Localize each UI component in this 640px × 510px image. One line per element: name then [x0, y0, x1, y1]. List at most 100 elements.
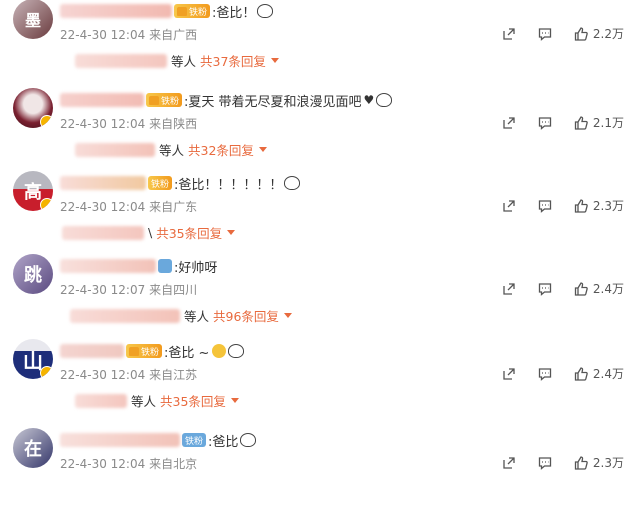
reply-count[interactable]: 共32条回复	[188, 140, 254, 159]
username-blurred[interactable]	[60, 4, 172, 18]
like-count: 2.4万	[592, 282, 624, 296]
like-icon[interactable]	[574, 281, 588, 296]
avatar[interactable]: 高	[13, 171, 53, 211]
chevron-down-icon[interactable]	[283, 313, 292, 318]
avatar[interactable]: 在	[13, 428, 53, 468]
comment-time: 22-4-30 12:04	[60, 200, 146, 214]
chevron-down-icon[interactable]	[230, 398, 239, 403]
username-blurred[interactable]	[60, 176, 146, 190]
avatar[interactable]: 跳	[13, 254, 53, 294]
comment-icon[interactable]	[538, 27, 552, 41]
reply-summary[interactable]: 等人 共96条回复	[70, 306, 292, 325]
badge-label: 铁粉	[161, 96, 180, 107]
comment-text: :爸比！！！！！！	[174, 177, 283, 193]
comment-text: :爸比！	[212, 5, 256, 21]
username-blurred[interactable]	[60, 433, 180, 447]
comment-header: 铁粉 :爸比 ~	[60, 341, 245, 361]
fan-badge: 铁粉	[174, 4, 211, 18]
comment-location: 来自广东	[149, 200, 198, 214]
reply-summary[interactable]: \ 共35条回复	[62, 223, 236, 242]
comment-header: 铁粉 :爸比！	[60, 1, 274, 21]
comment-icon[interactable]	[538, 367, 552, 381]
badge-label: 铁粉	[141, 347, 160, 358]
comment-item: 在 铁粉 :爸比 22-4-30 12:04 来自北京 2.3万	[0, 425, 640, 510]
emoji-icon	[240, 433, 257, 447]
replier-blurred	[75, 53, 167, 68]
iron-fan-badge: 铁粉	[182, 433, 207, 447]
reply-suffix: \	[148, 225, 153, 240]
comment-meta: 22-4-30 12:04 来自江苏	[60, 366, 197, 383]
avatar[interactable]: 山	[13, 339, 53, 379]
like-icon[interactable]	[574, 115, 588, 130]
reply-summary[interactable]: 等人 共37条回复	[75, 51, 279, 70]
like-count: 2.1万	[592, 116, 624, 130]
avatar-glyph: 在	[24, 439, 42, 460]
iron-fan-badge	[158, 259, 172, 273]
comment-meta: 22-4-30 12:04 来自北京	[60, 455, 197, 472]
reply-summary[interactable]: 等人 共32条回复	[75, 140, 267, 159]
like-count: 2.3万	[592, 456, 624, 470]
chevron-down-icon[interactable]	[258, 147, 267, 152]
comment-item: 墨 铁粉 :爸比！ 22-4-30 12:04 来自广西 2.2万 等人 共37…	[0, 0, 640, 81]
comment-icon[interactable]	[538, 199, 552, 213]
avatar[interactable]	[13, 88, 53, 128]
username-blurred[interactable]	[60, 344, 124, 358]
comment-time: 22-4-30 12:04	[60, 368, 146, 382]
emoji-icon	[257, 4, 274, 18]
reply-summary[interactable]: 等人 共35条回复	[75, 391, 239, 410]
comment-icon[interactable]	[538, 116, 552, 130]
like-icon[interactable]	[574, 26, 588, 41]
badge-label: 铁粉	[151, 179, 170, 190]
replier-blurred	[70, 308, 180, 323]
comment-time: 22-4-30 12:04	[60, 117, 146, 131]
emoji-icon	[376, 93, 393, 107]
comment-meta: 22-4-30 12:04 来自陕西	[60, 115, 197, 132]
badge-label: 铁粉	[185, 436, 204, 447]
share-icon[interactable]	[502, 116, 516, 130]
reply-count[interactable]: 共96条回复	[213, 306, 279, 325]
comment-icon[interactable]	[538, 282, 552, 296]
like-icon[interactable]	[574, 366, 588, 381]
avatar[interactable]: 墨	[13, 0, 53, 39]
comment-location: 来自江苏	[149, 368, 198, 382]
comment-header: 铁粉 :夏天 带着无尽夏和浪漫见面吧 ♥	[60, 90, 393, 110]
heart-icon: ♥	[363, 93, 375, 107]
comment-icon[interactable]	[538, 456, 552, 470]
reply-suffix: 等人	[171, 54, 197, 69]
share-icon[interactable]	[502, 27, 516, 41]
avatar-glyph: 高	[24, 182, 42, 203]
share-icon[interactable]	[502, 367, 516, 381]
like-icon[interactable]	[574, 198, 588, 213]
comment-location: 来自四川	[149, 283, 198, 297]
comment-actions: 2.4万	[502, 280, 624, 297]
username-blurred[interactable]	[60, 93, 144, 107]
reply-suffix: 等人	[131, 394, 157, 409]
comment-meta: 22-4-30 12:04 来自广西	[60, 26, 197, 43]
comment-meta: 22-4-30 12:04 来自广东	[60, 198, 197, 215]
chevron-down-icon[interactable]	[227, 230, 236, 235]
share-icon[interactable]	[502, 199, 516, 213]
reply-suffix: 等人	[159, 143, 185, 158]
comment-time: 22-4-30 12:04	[60, 457, 146, 471]
comment-meta: 22-4-30 12:07 来自四川	[60, 281, 197, 298]
reply-count[interactable]: 共35条回复	[160, 391, 226, 410]
verified-icon	[40, 115, 53, 128]
verified-icon	[40, 366, 53, 379]
comment-item: 铁粉 :夏天 带着无尽夏和浪漫见面吧 ♥ 22-4-30 12:04 来自陕西 …	[0, 85, 640, 170]
share-icon[interactable]	[502, 456, 516, 470]
comment-text: :好帅呀	[174, 260, 218, 276]
username-blurred[interactable]	[60, 259, 156, 273]
fan-badge: 铁粉	[148, 176, 173, 190]
comment-text: :爸比 ~	[164, 345, 210, 361]
comment-actions: 2.2万	[502, 25, 624, 42]
share-icon[interactable]	[502, 282, 516, 296]
like-icon[interactable]	[574, 455, 588, 470]
comment-item: 山 铁粉 :爸比 ~ 22-4-30 12:04 来自江苏 2.4万 等人 共3…	[0, 336, 640, 421]
chevron-down-icon[interactable]	[270, 58, 279, 63]
like-count: 2.4万	[592, 367, 624, 381]
avatar-glyph: 跳	[24, 265, 42, 286]
fan-badge: 铁粉	[126, 344, 163, 358]
reply-count[interactable]: 共37条回复	[200, 51, 266, 70]
reply-count[interactable]: 共35条回复	[156, 223, 222, 242]
crown-icon	[149, 95, 159, 105]
